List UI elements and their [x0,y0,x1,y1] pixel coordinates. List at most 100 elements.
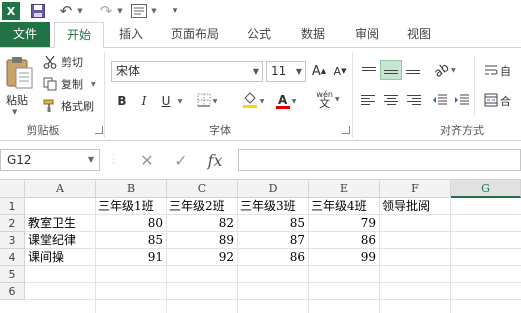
wrap-text-label: 自 [500,65,511,78]
paste-button[interactable] [4,56,34,90]
chevron-down-icon: ▼ [295,67,302,76]
cell-b1[interactable]: 三年级1班 [98,198,168,215]
align-right-button[interactable] [402,90,424,110]
phonetic-guide-button[interactable]: wén 文 ▼ [314,90,342,109]
customize-qat-icon[interactable]: ▾ [170,2,180,20]
cell-e3[interactable]: 86 [309,232,379,249]
cell-b4[interactable]: 91 [96,249,166,266]
grow-font-button[interactable]: A ▲ [310,62,328,80]
cell-a2[interactable]: 教室卫生 [28,215,96,232]
tab-formulas[interactable]: 公式 [236,22,282,47]
cell-a3[interactable]: 课堂纪律 [28,232,96,249]
tab-review[interactable]: 审阅 [344,22,390,47]
cell-a4[interactable]: 课间操 [28,249,96,266]
cell-b3[interactable]: 85 [96,232,166,249]
column-header-e[interactable]: E [309,180,380,198]
align-center-button[interactable] [380,90,402,110]
formula-input[interactable] [238,149,521,171]
worksheet-grid: A B C D E F G 1 2 3 4 5 6 三年级1班 三年级2班 三年… [0,179,521,313]
wrap-text-button[interactable]: 自 [484,62,520,80]
decrease-indent-button[interactable] [430,92,450,110]
column-header-f[interactable]: F [380,180,451,198]
merge-label: 合 [500,95,511,108]
formula-bar: G12 ▼ · · · ✕ ✓ fx [0,141,521,179]
font-launcher-icon[interactable] [342,126,350,134]
copy-button[interactable]: 复制 ▼ [42,75,96,93]
cell-f1[interactable]: 领导批阅 [382,198,450,215]
row-header-1[interactable]: 1 [0,198,25,215]
cell-b2[interactable]: 80 [96,215,166,232]
paste-label: 粘贴 [6,94,28,107]
shrink-font-icon: A [333,64,342,78]
orientation-button[interactable]: ab ▼ [431,59,458,81]
gridline [450,198,451,313]
cell-e1[interactable]: 三年级4班 [311,198,381,215]
row-header-6[interactable]: 6 [0,283,25,300]
name-box[interactable]: G12 ▼ [0,149,100,171]
cancel-icon[interactable]: ✕ [130,151,164,170]
tab-data[interactable]: 数据 [290,22,336,47]
format-painter-label: 格式刷 [61,100,94,113]
row-header-4[interactable]: 4 [0,249,25,266]
cell-d1[interactable]: 三年级3班 [240,198,310,215]
merge-center-button[interactable]: 合 [484,92,520,110]
format-painter-button[interactable]: 格式刷 [42,97,94,115]
cell-c1[interactable]: 三年级2班 [169,198,239,215]
align-left-button[interactable] [358,90,380,110]
increase-indent-button[interactable] [452,92,472,110]
paste-dropdown-icon[interactable]: ▼ [12,108,17,116]
text-orientation-icon: ab [431,59,452,81]
copy-dropdown-icon[interactable]: ▼ [91,81,96,88]
formula-bar-resize-handle[interactable]: · · · [112,152,116,168]
row-header-2[interactable]: 2 [0,215,25,232]
column-header-g[interactable]: G [451,180,521,198]
font-size-select[interactable]: 11 ▼ [266,61,306,82]
cell-d3[interactable]: 87 [238,232,308,249]
quick-access-toolbar: X ↶ ▼ ↷ ▼ ▼ ▾ [0,0,521,22]
borders-button[interactable]: ▼ [197,92,217,110]
cell-c2[interactable]: 82 [167,215,237,232]
cell-d4[interactable]: 86 [238,249,308,266]
underline-button[interactable]: U [158,92,174,110]
align-bottom-button[interactable] [402,60,424,80]
row-header-5[interactable]: 5 [0,266,25,283]
column-header-a[interactable]: A [25,180,96,198]
cell-e4[interactable]: 99 [309,249,379,266]
cut-button[interactable]: 剪切 [42,53,83,71]
row-header-3[interactable]: 3 [0,232,25,249]
redo-dropdown-icon[interactable]: ▼ [116,2,124,20]
enter-icon[interactable]: ✓ [164,151,198,170]
clipboard-launcher-icon[interactable] [95,126,103,134]
tab-insert[interactable]: 插入 [108,22,154,47]
cell-c3[interactable]: 89 [167,232,237,249]
cell-c4[interactable]: 92 [167,249,237,266]
insert-function-icon[interactable]: fx [198,151,232,170]
font-name-select[interactable]: 宋体 ▼ [111,61,263,82]
font-color-button[interactable]: A ▼ [275,92,297,110]
bold-button[interactable]: B [114,92,130,110]
underline-dropdown-icon[interactable]: ▼ [174,92,184,110]
cell-d2[interactable]: 85 [238,215,308,232]
tab-view[interactable]: 视图 [396,22,442,47]
save-icon[interactable] [30,2,46,20]
form-icon[interactable] [130,2,148,20]
tab-home[interactable]: 开始 [54,22,104,48]
tab-file[interactable]: 文件 [0,22,50,47]
undo-dropdown-icon[interactable]: ▼ [76,2,84,20]
column-header-b[interactable]: B [96,180,167,198]
column-header-c[interactable]: C [167,180,238,198]
align-top-button[interactable] [358,60,380,80]
form-dropdown-icon[interactable]: ▼ [150,2,158,20]
gridline [25,282,521,283]
select-all-corner[interactable] [0,180,25,198]
clipboard-group-label: 剪贴板 [26,124,60,137]
align-middle-button[interactable] [380,60,402,80]
tab-page-layout[interactable]: 页面布局 [164,22,226,47]
shrink-font-button[interactable]: A ▼ [331,62,349,80]
fill-color-button[interactable]: ▼ [242,91,264,110]
cell-e2[interactable]: 79 [309,215,379,232]
undo-icon[interactable]: ↶ [58,2,74,20]
redo-icon[interactable]: ↷ [98,2,114,20]
italic-button[interactable]: I [136,92,152,110]
column-header-d[interactable]: D [238,180,309,198]
